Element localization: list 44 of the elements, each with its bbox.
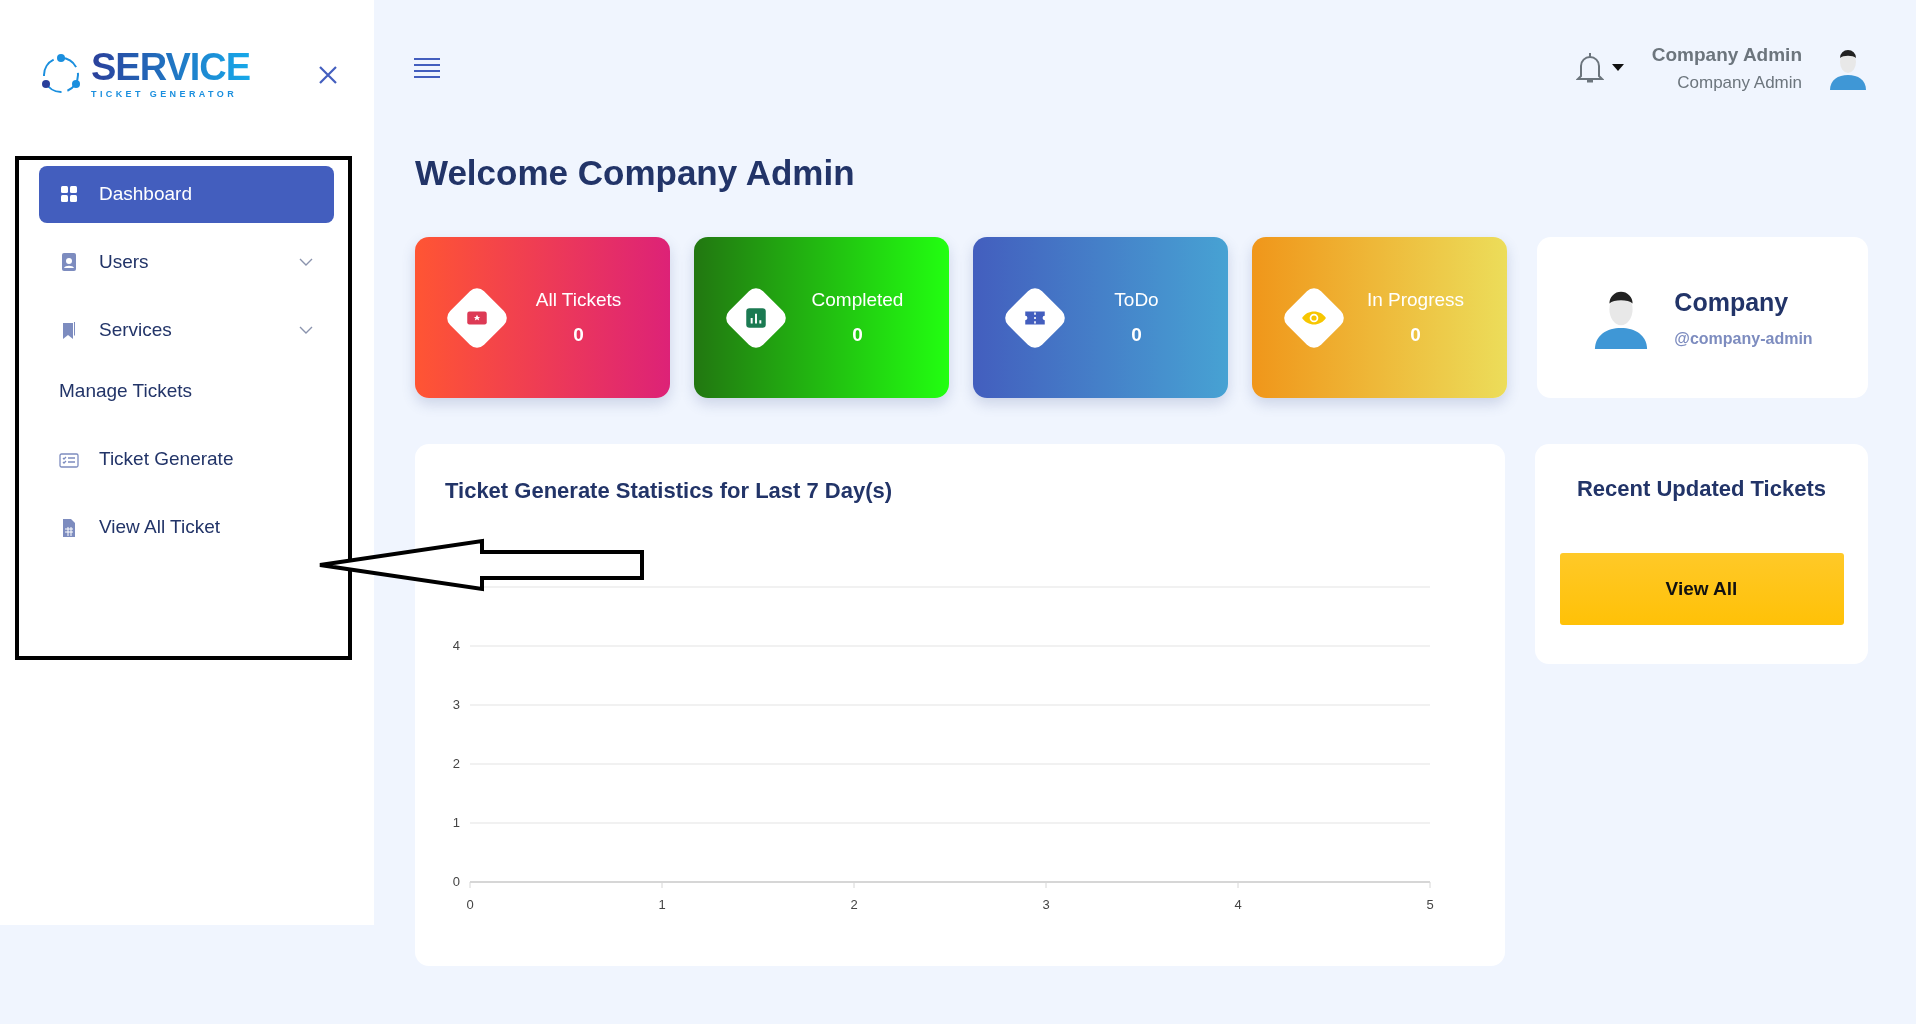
logo-subtitle: TICKET GENERATOR [91,88,239,101]
sidebar-heading: Manage Tickets [58,378,194,403]
sidebar-item[interactable]: Ticket Generate [39,431,334,488]
y-tick-label: 2 [452,756,460,771]
stat-value: 0 [851,322,864,347]
stat-label: ToDo [1113,288,1160,312]
menu-icon[interactable] [413,57,441,79]
x-tick-label: 0 [466,897,474,912]
sidebar-item[interactable]: Services [39,301,334,359]
y-tick-label: 4 [452,638,460,653]
grid-icon [59,184,79,204]
x-tick-label: 1 [658,897,666,912]
y-tick-label: 0 [452,874,460,889]
logo[interactable]: SERVICE TICKET GENERATOR [39,48,251,102]
x-tick-label: 2 [850,897,858,912]
chart-title: Ticket Generate Statistics for Last 7 Day(s) [445,477,894,505]
stat-value: 0 [1130,322,1143,347]
close-icon[interactable] [317,63,339,86]
chevron-down-icon [298,325,314,335]
stat-value: 0 [572,322,585,347]
stat-value: 0 [1409,322,1422,347]
user-role: Company Admin [1676,71,1802,94]
bell-icon [1575,52,1604,84]
y-tick-label: 3 [452,697,460,712]
notifications-button[interactable] [1575,52,1624,84]
stat-label: Completed [810,288,905,312]
x-tick-label: 4 [1234,897,1242,912]
sidebar-item[interactable]: Dashboard [39,165,334,223]
chevron-down-icon [298,257,314,267]
sidebar-item[interactable]: Users [39,233,334,291]
id-badge-icon [59,252,79,272]
view-all-button[interactable]: View All [1559,553,1844,625]
profile-handle: @company-admin [1674,329,1813,350]
profile-name: Company [1674,286,1790,318]
user-name: Company Admin [1651,43,1802,67]
y-tick-label: 1 [452,815,460,830]
x-tick-label: 3 [1042,897,1050,912]
recent-tickets-title: Recent Updated Tickets [1576,475,1827,503]
page-title: Welcome Company Admin [415,152,856,194]
stat-label: In Progress [1365,288,1466,312]
caret-icon [1611,64,1624,72]
x-tick-label: 5 [1426,897,1434,912]
stat-label: All Tickets [534,288,623,312]
sidebar-item[interactable]: View All Ticket [39,499,334,556]
